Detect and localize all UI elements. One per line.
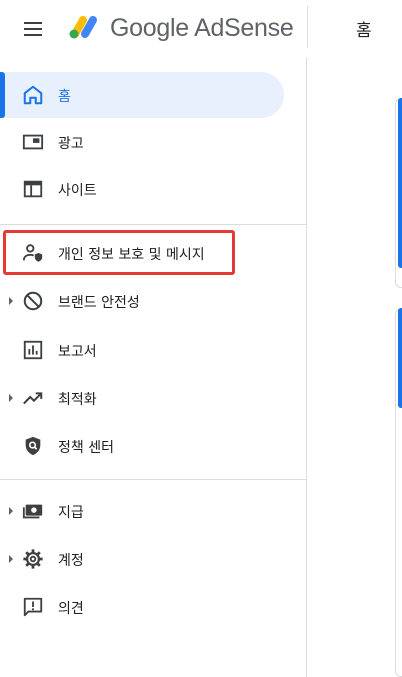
highlight-annotation-box: [3, 230, 235, 275]
page-title: 홈: [356, 21, 372, 41]
product-name: Google AdSense: [110, 14, 294, 42]
sidebar-item-sites[interactable]: 사이트: [0, 166, 284, 212]
card-accent-edge: [398, 308, 402, 408]
active-indicator: [0, 72, 5, 118]
sidebar-item-optimization[interactable]: 최적화: [0, 375, 284, 421]
expand-caret-icon[interactable]: [9, 555, 13, 563]
sidebar-item-label: 의견: [58, 601, 84, 617]
hamburger-menu-icon[interactable]: [18, 18, 50, 42]
bar-chart-icon: [21, 338, 45, 362]
trending-up-icon: [21, 386, 45, 410]
main-content: [308, 58, 402, 677]
feedback-icon: [21, 595, 45, 619]
card-accent-edge: [398, 98, 402, 268]
sidebar-item-label: 보고서: [58, 344, 97, 360]
policy-shield-icon: [21, 434, 45, 458]
sidebar-item-label: 최적화: [58, 392, 97, 408]
sidebar-item-label: 사이트: [58, 183, 97, 199]
sidebar-item-feedback[interactable]: 의견: [0, 584, 284, 630]
block-icon: [21, 289, 45, 313]
sidebar-nav: 홈 광고 사이트 개인 정보 보호 및 메시지 브랜드 안전성 보고서 최적화 …: [0, 58, 307, 677]
site-layout-icon: [21, 177, 45, 201]
sidebar-item-label: 광고: [58, 136, 84, 152]
expand-caret-icon[interactable]: [9, 507, 13, 515]
settings-gear-icon: [21, 547, 45, 571]
ad-unit-icon: [21, 130, 45, 154]
sidebar-item-brand-safety[interactable]: 브랜드 안전성: [0, 278, 284, 324]
sidebar-item-home[interactable]: 홈: [0, 72, 284, 118]
sidebar-item-label: 홈: [58, 89, 71, 105]
expand-caret-icon[interactable]: [9, 297, 13, 305]
sidebar-item-ads[interactable]: 광고: [0, 119, 284, 165]
sidebar-item-reports[interactable]: 보고서: [0, 327, 284, 373]
sidebar-item-label: 계정: [58, 553, 84, 569]
sidebar-item-label: 브랜드 안전성: [58, 295, 140, 311]
top-app-bar: Google AdSense 홈: [0, 0, 402, 58]
sidebar-item-label: 지급: [58, 505, 84, 521]
sidebar-item-policy-center[interactable]: 정책 센터: [0, 423, 284, 469]
nav-divider: [0, 479, 307, 480]
home-icon: [21, 83, 45, 107]
nav-divider: [0, 224, 307, 225]
sidebar-item-payments[interactable]: 지급: [0, 488, 284, 534]
sidebar-item-account[interactable]: 계정: [0, 536, 284, 582]
adsense-logo-icon: [69, 16, 97, 39]
sidebar-item-label: 정책 센터: [58, 440, 114, 456]
header-divider: [307, 6, 308, 48]
payments-icon: [21, 499, 45, 523]
expand-caret-icon[interactable]: [9, 394, 13, 402]
